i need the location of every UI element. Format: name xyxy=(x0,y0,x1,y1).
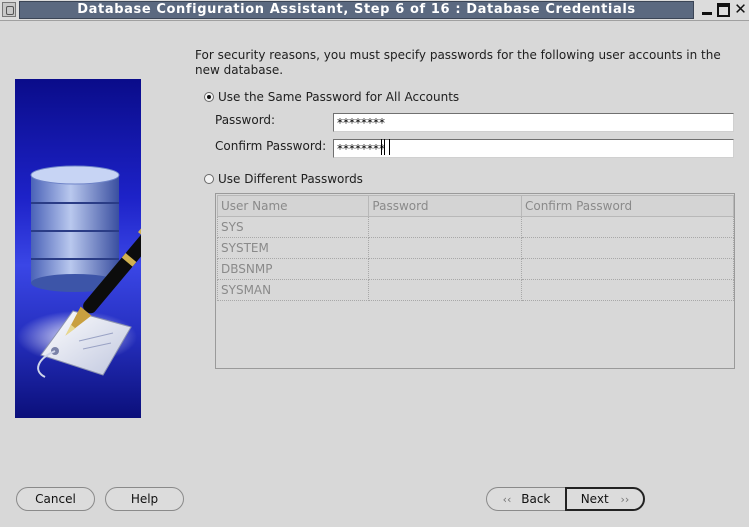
close-icon[interactable]: ✕ xyxy=(733,1,748,18)
password-field[interactable] xyxy=(333,113,734,132)
next-button-label: Next xyxy=(580,492,609,506)
password-cell[interactable] xyxy=(368,237,522,259)
title-bar: Database Configuration Assistant, Step 6… xyxy=(0,0,749,21)
table-row: SYSMAN xyxy=(216,279,735,301)
text-cursor-icon xyxy=(381,139,390,155)
minimize-icon[interactable] xyxy=(700,1,715,18)
user-name-cell: SYS xyxy=(216,216,370,238)
confirm-password-label: Confirm Password: xyxy=(215,139,327,153)
window-title: Database Configuration Assistant, Step 6… xyxy=(77,2,636,17)
table-row: SYS xyxy=(216,216,735,238)
confirm-password-cell[interactable] xyxy=(520,279,735,301)
database-pen-illustration xyxy=(17,165,141,378)
table-header-row: User Name Password Confirm Password xyxy=(216,195,735,217)
user-name-cell: SYSMAN xyxy=(216,279,370,301)
confirm-password-cell[interactable] xyxy=(520,237,735,259)
cancel-button-label: Cancel xyxy=(35,492,76,506)
user-passwords-table: User Name Password Confirm Password SYS … xyxy=(215,193,735,369)
next-arrow-icon: ›› xyxy=(620,493,630,506)
column-header-user-name: User Name xyxy=(216,195,370,217)
back-button-label: Back xyxy=(521,492,551,506)
confirm-password-field[interactable] xyxy=(333,139,734,158)
user-name-cell: SYSTEM xyxy=(216,237,370,259)
table-row: SYSTEM xyxy=(216,237,735,259)
same-password-radio[interactable] xyxy=(204,92,214,102)
confirm-password-cell[interactable] xyxy=(520,216,735,238)
intro-text: For security reasons, you must specify p… xyxy=(195,48,721,77)
help-button-label: Help xyxy=(130,492,159,506)
different-passwords-label[interactable]: Use Different Passwords xyxy=(218,172,363,186)
password-label: Password: xyxy=(215,113,276,127)
help-button[interactable]: Help xyxy=(105,487,184,511)
confirm-password-cell[interactable] xyxy=(520,258,735,280)
user-name-cell: DBSNMP xyxy=(216,258,370,280)
same-password-label[interactable]: Use the Same Password for All Accounts xyxy=(218,90,459,104)
column-header-password: Password xyxy=(368,195,522,217)
window-menu-icon[interactable] xyxy=(2,2,16,17)
column-header-confirm-password: Confirm Password xyxy=(520,195,735,217)
table-row: DBSNMP xyxy=(216,258,735,280)
password-cell[interactable] xyxy=(368,258,522,280)
password-cell[interactable] xyxy=(368,279,522,301)
back-button[interactable]: ‹‹ Back xyxy=(486,487,566,511)
different-passwords-radio[interactable] xyxy=(204,174,214,184)
password-cell[interactable] xyxy=(368,216,522,238)
cancel-button[interactable]: Cancel xyxy=(16,487,95,511)
maximize-icon[interactable] xyxy=(716,1,731,18)
next-button[interactable]: Next ›› xyxy=(565,487,645,511)
database-credentials-graphic xyxy=(15,79,141,418)
back-arrow-icon: ‹‹ xyxy=(502,493,512,506)
